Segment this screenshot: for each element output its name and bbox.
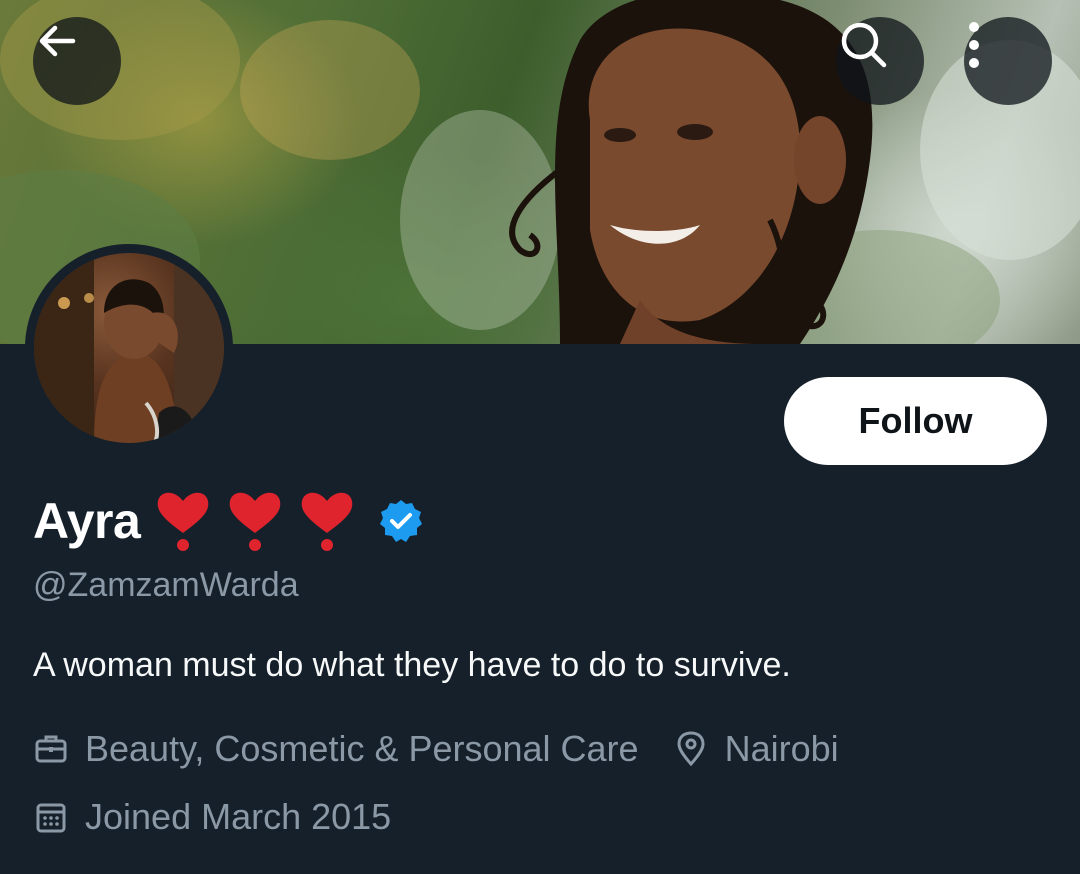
- profile-screen: Follow Ayra @ZamzamWarda A woman must do…: [0, 0, 1080, 874]
- more-options-button[interactable]: [964, 17, 1052, 105]
- handle: @ZamzamWarda: [33, 566, 299, 604]
- heart-exclamation-icon: [230, 492, 281, 551]
- calendar-icon: [36, 803, 66, 833]
- heart-exclamation-icon: [158, 492, 209, 551]
- follow-button[interactable]: Follow: [784, 377, 1047, 465]
- avatar-image: [34, 253, 224, 443]
- briefcase-icon: [35, 735, 67, 763]
- profile-meta-row: Joined March 2015: [33, 796, 391, 838]
- bio: A woman must do what they have to do to …: [33, 646, 791, 684]
- category-label: Beauty, Cosmetic & Personal Care: [85, 728, 639, 769]
- location-pin-icon: [677, 731, 705, 767]
- search-button[interactable]: [836, 17, 924, 105]
- profile-meta-row: Beauty, Cosmetic & Personal Care Nairobi: [33, 728, 839, 770]
- back-button[interactable]: [33, 17, 121, 105]
- name-row: Ayra: [33, 486, 424, 556]
- joined-date: Joined March 2015: [85, 796, 392, 837]
- more-vertical-icon: [969, 22, 979, 68]
- verified-badge-icon[interactable]: [378, 498, 424, 544]
- avatar[interactable]: [25, 244, 233, 452]
- search-icon: [841, 22, 887, 68]
- heart-exclamation-icon: [302, 492, 353, 551]
- arrow-left-icon: [39, 25, 76, 57]
- location-label: Nairobi: [724, 728, 839, 769]
- display-name: Ayra: [33, 493, 141, 549]
